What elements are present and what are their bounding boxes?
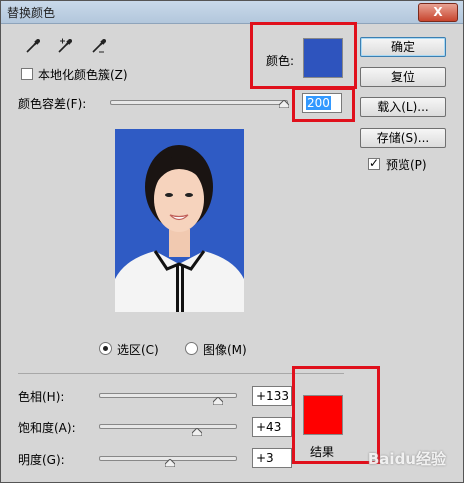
highlight-box-fuzziness xyxy=(292,87,355,122)
fuzziness-slider-track[interactable] xyxy=(110,100,288,105)
eyedropper-plus-icon[interactable] xyxy=(56,37,74,55)
close-button[interactable]: X xyxy=(418,3,458,22)
selection-radio[interactable] xyxy=(99,342,112,355)
lightness-input[interactable]: +3 xyxy=(252,448,292,468)
load-button[interactable]: 载入(L)... xyxy=(360,97,446,117)
eyedropper-icon[interactable] xyxy=(24,37,42,55)
watermark: Baidu经验 xyxy=(367,450,446,468)
fuzziness-slider-thumb[interactable] xyxy=(279,100,289,108)
title-bar[interactable]: 替换颜色 X xyxy=(1,1,463,24)
saturation-input[interactable]: +43 xyxy=(252,417,292,437)
ok-button[interactable]: 确定 xyxy=(360,37,446,57)
image-radio[interactable] xyxy=(185,342,198,355)
highlight-box-color xyxy=(250,22,357,89)
eyedropper-minus-icon[interactable] xyxy=(90,37,108,55)
preview-checkbox[interactable] xyxy=(368,156,380,170)
selection-radio-label: 选区(C) xyxy=(117,343,159,357)
saturation-slider-thumb[interactable] xyxy=(192,428,202,436)
lightness-slider-thumb[interactable] xyxy=(165,459,175,467)
portrait-photo xyxy=(115,129,244,312)
highlight-box-result xyxy=(292,366,380,464)
lightness-label: 明度(G): xyxy=(18,453,65,467)
reset-button[interactable]: 复位 xyxy=(360,67,446,87)
saturation-slider-track[interactable] xyxy=(99,424,237,429)
preview-label: 预览(P) xyxy=(386,158,427,172)
selection-preview-image xyxy=(115,129,244,312)
window-title: 替换颜色 xyxy=(7,6,56,20)
localized-clusters-checkbox[interactable] xyxy=(21,68,33,80)
image-radio-label: 图像(M) xyxy=(203,343,247,357)
localized-clusters-label: 本地化颜色簇(Z) xyxy=(38,68,128,82)
hue-input[interactable]: +133 xyxy=(252,386,292,406)
hue-label: 色相(H): xyxy=(18,390,65,404)
save-button[interactable]: 存储(S)... xyxy=(360,128,446,148)
hue-slider-thumb[interactable] xyxy=(213,397,223,405)
fuzziness-label: 颜色容差(F): xyxy=(18,97,87,111)
saturation-label: 饱和度(A): xyxy=(18,421,76,435)
